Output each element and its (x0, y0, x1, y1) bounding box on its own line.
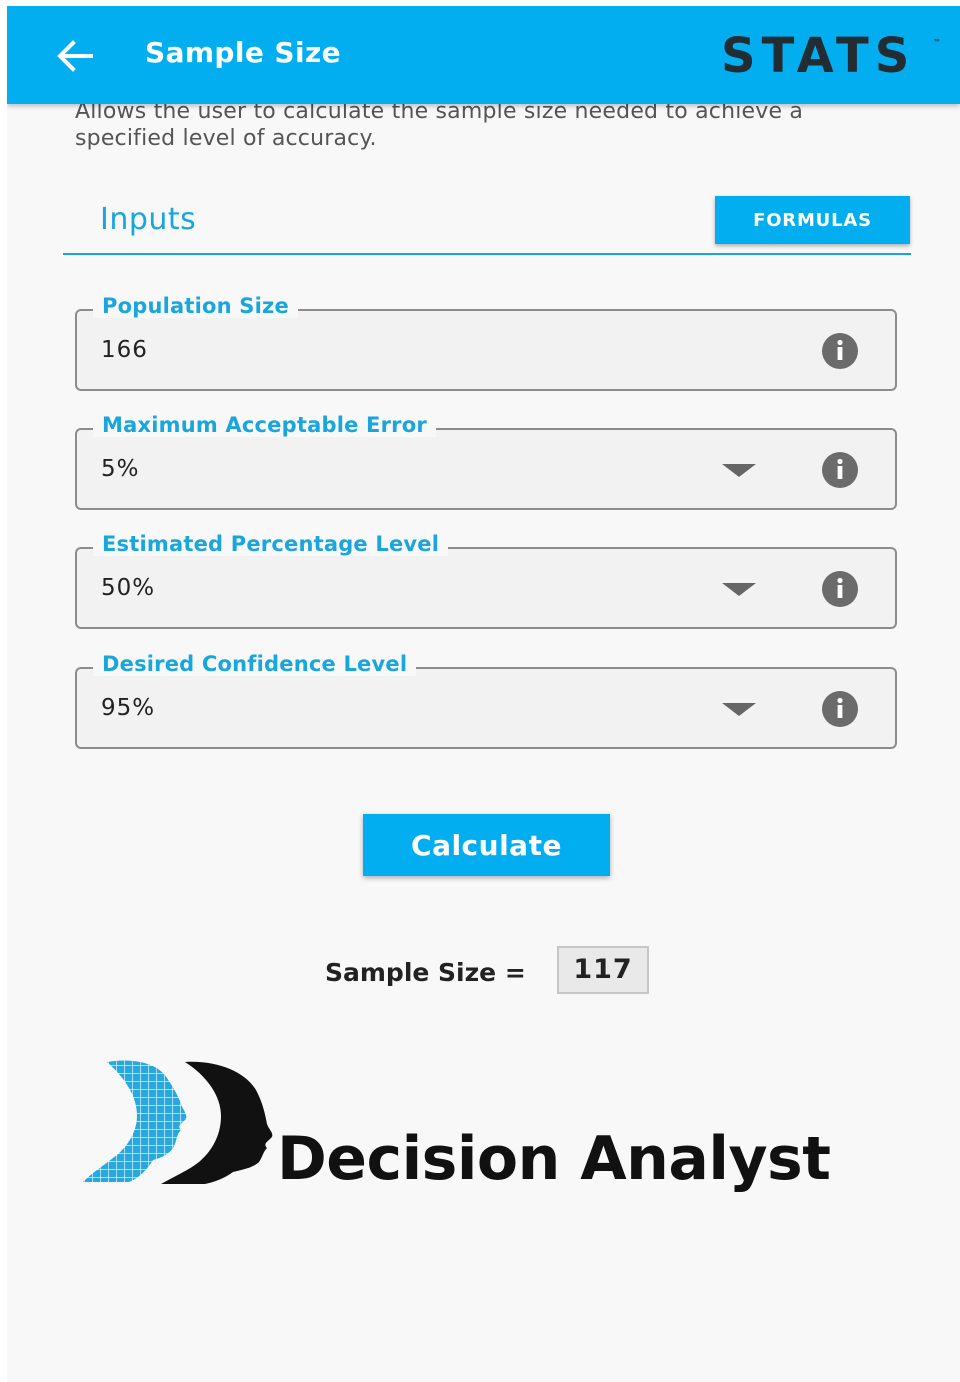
desired-confidence-level-select[interactable]: Desired Confidence Level 95% (75, 652, 897, 749)
maximum-acceptable-error-value: 5% (101, 456, 140, 482)
app-bar: Sample Size STATS ™ (7, 6, 960, 104)
estimated-percentage-level-select[interactable]: Estimated Percentage Level 50% (75, 532, 897, 629)
dropdown-caret-icon[interactable] (722, 703, 756, 716)
inputs-section-title: Inputs (100, 202, 197, 237)
result-label: Sample Size = (325, 958, 526, 987)
population-size-field[interactable]: Population Size (75, 294, 897, 391)
maximum-acceptable-error-label: Maximum Acceptable Error (93, 413, 436, 437)
calculate-button[interactable]: Calculate (363, 814, 610, 876)
arrow-left-icon (57, 40, 93, 72)
dropdown-caret-icon[interactable] (722, 583, 756, 596)
result-value: 117 (557, 946, 649, 994)
info-icon[interactable] (815, 332, 865, 370)
estimated-percentage-level-label: Estimated Percentage Level (93, 532, 449, 556)
info-icon[interactable] (815, 690, 865, 728)
dropdown-caret-icon[interactable] (722, 464, 756, 477)
desired-confidence-level-value: 95% (101, 695, 156, 721)
population-size-input[interactable] (101, 333, 701, 367)
description-text: Allows the user to calculate the sample … (75, 99, 804, 151)
population-size-label: Population Size (93, 294, 298, 318)
app-screen: Allows the user to calculate the sample … (7, 6, 960, 1382)
page-title: Sample Size (145, 36, 342, 69)
info-icon[interactable] (815, 451, 865, 489)
formulas-button[interactable]: FORMULAS (715, 196, 910, 244)
brand-name: Decision Analyst (277, 1124, 831, 1194)
info-icon[interactable] (815, 570, 865, 608)
estimated-percentage-level-value: 50% (101, 575, 156, 601)
stats-logo: STATS (721, 28, 916, 84)
back-button[interactable] (53, 36, 97, 76)
decision-analyst-logo-icon (83, 1060, 273, 1184)
maximum-acceptable-error-select[interactable]: Maximum Acceptable Error 5% (75, 413, 897, 510)
desired-confidence-level-label: Desired Confidence Level (93, 652, 417, 676)
section-divider (63, 253, 911, 255)
trademark-mark: ™ (933, 38, 941, 47)
